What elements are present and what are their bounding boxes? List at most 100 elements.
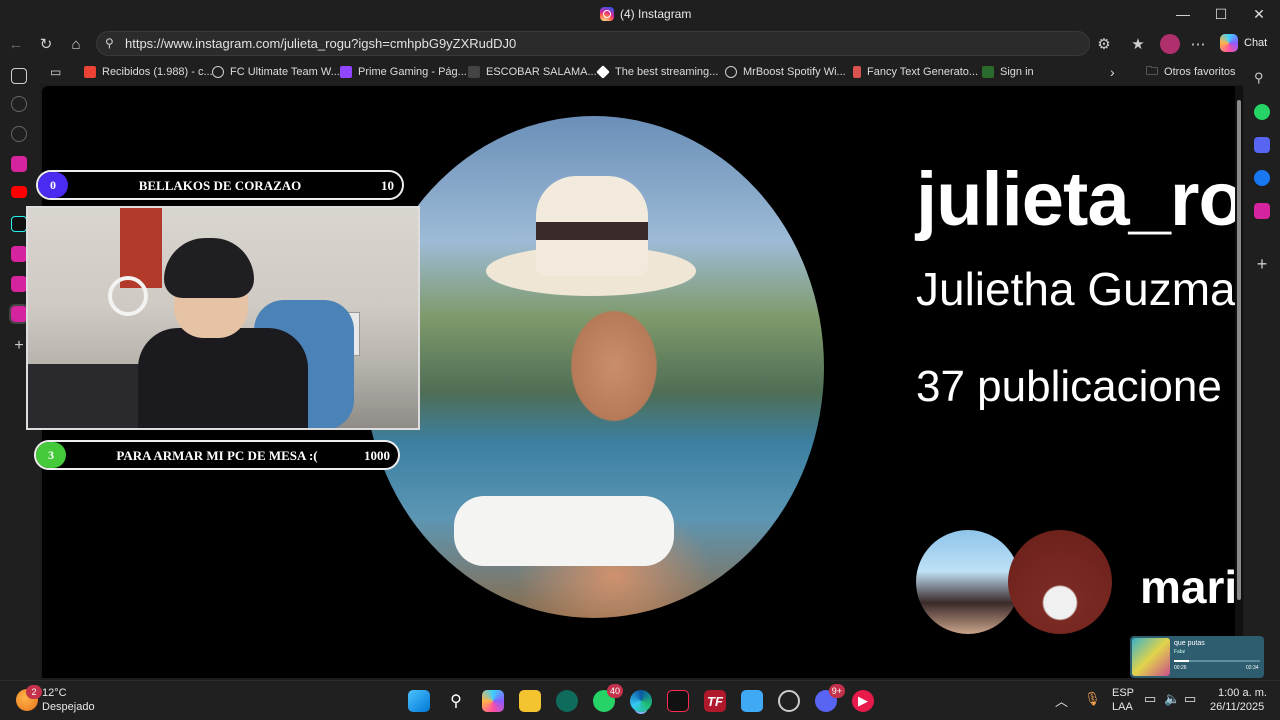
gmail-icon [84,66,96,78]
add-sidebar-app-icon[interactable]: + [1254,255,1270,273]
copilot-icon[interactable] [482,690,504,712]
tray-overflow-chevron-icon[interactable]: ︿ [1055,691,1068,710]
input-language[interactable]: ESP [1112,687,1134,699]
chat-label: Chat [1244,37,1268,49]
bookmark-escobar[interactable]: ESCOBAR SALAMA... [468,64,597,80]
page-icon [468,66,480,78]
tab-instagram-icon[interactable] [11,246,27,262]
prime-gaming-icon [340,66,352,78]
follower-avatar[interactable] [916,530,1020,634]
media-player-icon[interactable]: ▶ [852,690,874,712]
bookmarks-overflow-chevron-icon[interactable]: › [1110,64,1115,80]
edge-sidebar: ⚲ + [1244,60,1280,680]
refresh-icon[interactable]: ↻ [36,34,56,54]
app-tf-icon[interactable]: TF [704,690,726,712]
back-icon[interactable]: ← [6,34,26,54]
network-icon[interactable]: ▭ [1144,691,1156,707]
hat-band [536,222,648,240]
page-icon [853,66,861,78]
tab-instagram-active-icon[interactable] [9,304,29,324]
whatsapp-icon[interactable]: 40 [593,684,623,712]
track-duration: 02:34 [1246,665,1259,671]
whatsapp-icon[interactable] [1254,104,1270,120]
globe-icon [725,66,737,78]
keyboard-layout[interactable]: LAA [1112,701,1133,713]
weather-icon[interactable]: 2 [16,685,42,711]
obs-icon[interactable] [778,690,800,712]
profile-username: julieta_ro [916,157,1238,242]
bookmark-prime-gaming[interactable]: Prime Gaming - Pág... [340,64,467,80]
goal-title: PARA ARMAR MI PC DE MESA :( [116,448,318,463]
maximize-button[interactable]: ☐ [1202,0,1240,28]
album-art [1132,638,1170,676]
window-title: (4) Instagram [600,6,691,22]
follower-handle[interactable]: mari [1140,560,1237,614]
other-favorites-label: Otros favoritos [1164,66,1236,78]
goal-bar-top: 0 BELLAKOS DE CORAZAO 10 [36,170,404,200]
facebook-icon[interactable] [1254,170,1270,186]
now-playing-widget[interactable]: que putas Fabz 00:26 02:34 [1130,636,1264,678]
tab-tiktok-icon[interactable] [11,216,27,232]
tab-instagram-icon[interactable] [11,156,27,172]
profile-photo[interactable] [364,116,824,618]
clock-time[interactable]: 1:00 a. m. [1218,687,1267,699]
folder-icon: 🗀 [1146,63,1159,78]
minimize-button[interactable]: — [1164,0,1202,28]
bookmark-fc-ultimate[interactable]: FC Ultimate Team W... [212,64,340,80]
discord-icon[interactable] [1254,137,1270,153]
volume-icon[interactable]: 🔈 [1164,691,1180,707]
streamer-body [138,328,308,428]
tab-youtube-icon[interactable] [11,186,27,198]
discord-icon[interactable]: 9+ [815,684,845,712]
favorites-icon[interactable]: ★ [1128,34,1148,54]
address-bar[interactable]: ⚲ https://www.instagram.com/julieta_rogu… [96,31,1090,56]
bookmarks-bar-icon[interactable]: ▭ [50,64,61,80]
app-icon[interactable] [556,690,578,712]
window-title-text: (4) Instagram [620,7,692,21]
tiktok-icon[interactable] [667,690,689,712]
more-menu-icon[interactable]: ⋯ [1188,34,1208,54]
tab-actions-icon[interactable] [11,68,27,84]
bookmark-sign-in[interactable]: Sign in [982,64,1034,80]
start-windows-icon[interactable] [408,690,430,712]
clock-date[interactable]: 26/11/2025 [1210,701,1264,713]
tab-link-icon[interactable] [11,126,27,142]
bookmark-label: FC Ultimate Team W... [230,66,340,78]
follower-avatar[interactable] [1008,530,1112,634]
site-info-icon[interactable]: ⚲ [105,36,114,50]
battery-icon[interactable]: ▭ [1184,691,1196,707]
microphone-icon[interactable]: 🎙 [1084,691,1101,707]
goal-target: 1000 [364,448,390,463]
bookmark-mrboost[interactable]: MrBoost Spotify Wi... [725,64,846,80]
extensions-icon[interactable]: ⚙ [1094,34,1114,54]
bookmark-streaming[interactable]: The best streaming... [596,64,718,80]
url-text[interactable]: https://www.instagram.com/julieta_rogu?i… [125,36,516,51]
swimsuit-shape [454,496,674,566]
search-icon[interactable]: ⚲ [445,690,467,712]
notepad-icon[interactable] [741,690,763,712]
webcam-ring-light [108,276,148,316]
track-progress-bar[interactable] [1174,660,1260,662]
profile-avatar[interactable] [1160,34,1180,54]
edge-browser-icon[interactable] [630,690,652,712]
bookmark-fancy-text[interactable]: Fancy Text Generato... [853,64,978,80]
file-explorer-icon[interactable] [519,690,541,712]
tab-openai-icon[interactable] [11,96,27,112]
goal-target: 10 [381,178,394,193]
discord-badge: 9+ [828,684,845,698]
other-favorites[interactable]: 🗀 Otros favoritos [1146,64,1236,80]
instagram-icon[interactable] [1254,203,1270,219]
scrollbar-thumb[interactable] [1237,100,1241,600]
bat-icon [982,66,994,78]
bookmark-label: Recibidos (1.988) - c... [102,66,213,78]
home-icon[interactable]: ⌂ [66,34,86,54]
new-tab-plus-icon[interactable]: + [11,338,27,354]
search-icon[interactable]: ⚲ [1254,70,1270,86]
bookmark-label: Prime Gaming - Pág... [358,66,467,78]
copilot-chat-button[interactable]: Chat [1216,32,1274,54]
bookmark-gmail[interactable]: Recibidos (1.988) - c... [84,64,213,80]
hat-shape [486,176,696,306]
tab-instagram-icon[interactable] [11,276,27,292]
whatsapp-badge: 40 [606,684,623,698]
close-button[interactable]: ✕ [1240,0,1278,28]
